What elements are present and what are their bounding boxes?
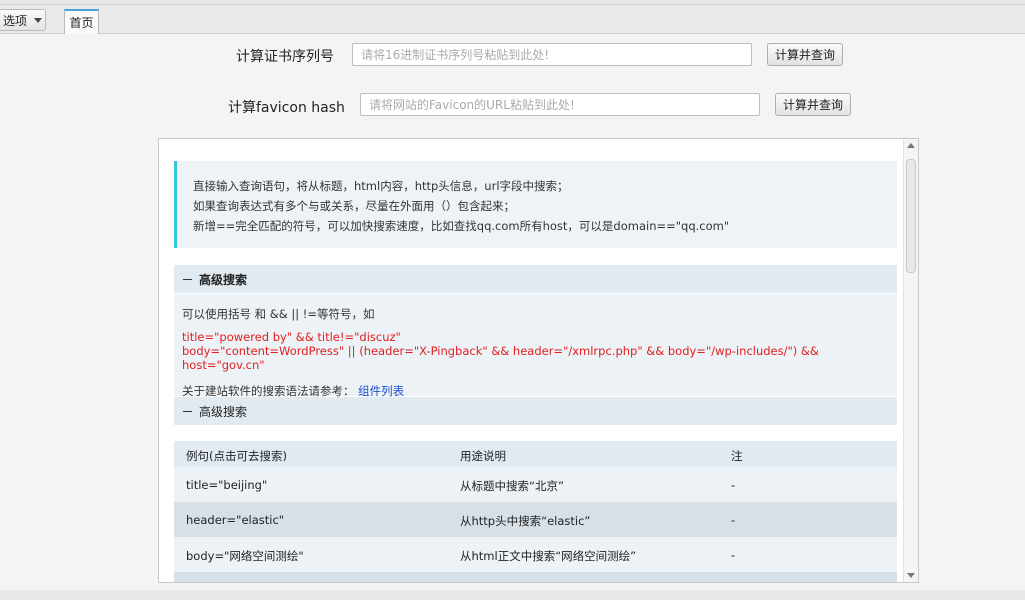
table-row[interactable]: header="elastic" 从http头中搜索“elastic” -	[174, 502, 897, 537]
table-row[interactable]: body="网络空间测绘" 从html正文中搜索“网络空间测绘” -	[174, 537, 897, 572]
note-text: -	[731, 548, 736, 562]
options-menu-button[interactable]: 选项	[0, 9, 46, 31]
table-row[interactable]	[174, 572, 897, 582]
note-text: -	[731, 478, 736, 492]
favicon-calc-query-button[interactable]: 计算并查询	[775, 93, 851, 116]
favicon-url-input[interactable]: 请将网站的Favicon的URL粘贴到此处!	[360, 93, 760, 116]
example-query[interactable]: body="网络空间测绘"	[186, 548, 304, 564]
cert-serial-label: 计算证书序列号	[236, 49, 334, 65]
favicon-hash-label: 计算favicon hash	[228, 100, 345, 116]
advanced-example-2: body="content=WordPress" || (header="X-P…	[182, 344, 819, 372]
cert-calc-query-button[interactable]: 计算并查询	[767, 43, 843, 66]
scroll-up-icon[interactable]	[907, 143, 915, 148]
tip-line-1: 直接输入查询语句，将从标题，html内容，http头信息，url字段中搜索；	[193, 179, 569, 193]
search-tips: 直接输入查询语句，将从标题，html内容，http头信息，url字段中搜索； 如…	[174, 161, 897, 248]
tip-line-2: 如果查询表达式有多个与或关系，尽量在外面用（）包含起来；	[193, 199, 515, 213]
vertical-scrollbar[interactable]	[903, 139, 918, 582]
tab-home[interactable]: 首页	[64, 9, 99, 34]
example-query[interactable]: title="beijing"	[186, 478, 267, 492]
col-note: 注	[731, 449, 743, 463]
options-menu-label: 选项	[3, 13, 28, 28]
collapse-icon	[183, 410, 192, 412]
bottom-results-strip	[0, 590, 1025, 600]
note-text: -	[731, 513, 736, 527]
table-row[interactable]: title="beijing" 从标题中搜索“北京” -	[174, 467, 897, 502]
col-example: 例句(点击可去搜索)	[186, 449, 287, 463]
tab-bar: 选项 首页	[0, 5, 1025, 34]
advanced-search-subtitle: 高级搜索	[199, 404, 248, 419]
advanced-example-1: title="powered by" && title!="discuz"	[182, 330, 401, 344]
example-query[interactable]: header="elastic"	[186, 513, 284, 527]
advanced-search-body: 可以使用括号 和 && || !=等符号，如 title="powered by…	[174, 294, 897, 398]
reference-prefix: 关于建站软件的搜索语法请参考：	[182, 384, 355, 398]
scrollbar-thumb[interactable]	[906, 159, 916, 273]
collapse-icon	[183, 278, 192, 280]
col-purpose: 用途说明	[460, 449, 506, 463]
advanced-search-header[interactable]: 高级搜索	[174, 265, 897, 293]
advanced-intro: 可以使用括号 和 && || !=等符号，如	[182, 307, 375, 321]
component-list-link[interactable]: 组件列表	[358, 384, 404, 398]
advanced-search-title: 高级搜索	[199, 272, 248, 287]
scroll-down-icon[interactable]	[907, 573, 915, 578]
advanced-search-subheader[interactable]: 高级搜索	[174, 397, 897, 425]
purpose-text: 从html正文中搜索“网络空间测绘”	[460, 549, 637, 563]
cert-serial-input[interactable]: 请将16进制证书序列号粘贴到此处!	[352, 43, 752, 66]
table-header-row: 例句(点击可去搜索) 用途说明 注	[174, 441, 897, 467]
chevron-down-icon	[34, 17, 43, 23]
tip-line-3: 新增==完全匹配的符号，可以加快搜索速度，比如查找qq.com所有host，可以…	[193, 219, 730, 233]
help-panel: 直接输入查询语句，将从标题，html内容，http头信息，url字段中搜索； 如…	[158, 138, 919, 583]
purpose-text: 从http头中搜索“elastic”	[460, 514, 591, 528]
purpose-text: 从标题中搜索“北京”	[460, 479, 564, 493]
syntax-table: 例句(点击可去搜索) 用途说明 注 title="beijing" 从标题中搜索…	[174, 441, 897, 582]
